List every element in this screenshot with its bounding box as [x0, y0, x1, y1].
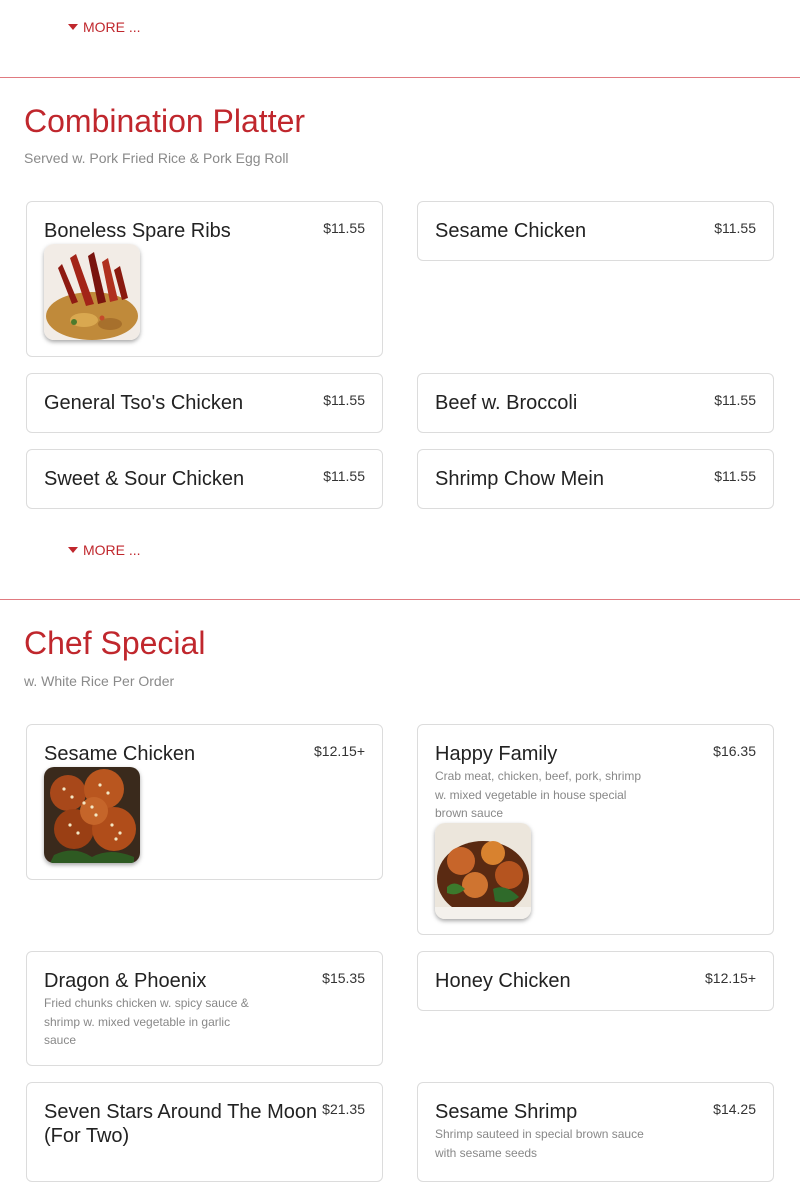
- item-price: $12.15+: [705, 970, 756, 986]
- menu-item-card[interactable]: Boneless Spare Ribs $11.55: [26, 201, 383, 357]
- menu-item-card[interactable]: Sweet & Sour Chicken $11.55: [26, 449, 383, 509]
- menu-item-card[interactable]: Shrimp Chow Mein $11.55: [417, 449, 774, 509]
- menu-item-card[interactable]: Beef w. Broccoli $11.55: [417, 373, 774, 433]
- menu-item-card[interactable]: Seven Stars Around The Moon (For Two) $2…: [26, 1082, 383, 1182]
- item-name: Boneless Spare Ribs: [44, 220, 231, 242]
- menu-item-card[interactable]: Sesame Chicken $11.55: [417, 201, 774, 261]
- item-name: Shrimp Chow Mein: [435, 468, 604, 490]
- item-name: Sesame Chicken: [435, 220, 587, 242]
- boneless-spare-ribs-photo: [44, 244, 140, 340]
- sesame-chicken-photo: [44, 767, 140, 863]
- item-price: $11.55: [714, 392, 756, 408]
- caret-down-icon: [68, 547, 78, 553]
- menu-item-card[interactable]: General Tso's Chicken $11.55: [26, 373, 383, 433]
- section-divider: [0, 599, 800, 600]
- item-price: $11.55: [323, 468, 365, 484]
- more-button[interactable]: MORE ...: [68, 542, 141, 558]
- item-price: $16.35: [713, 743, 756, 759]
- caret-down-icon: [68, 24, 78, 30]
- section-title: Combination Platter: [24, 103, 306, 139]
- item-price: $14.25: [713, 1101, 756, 1117]
- item-price: $11.55: [323, 220, 365, 236]
- section-title: Chef Special: [24, 625, 206, 661]
- section-subtitle: Served w. Pork Fried Rice & Pork Egg Rol…: [24, 150, 289, 166]
- item-price: $15.35: [322, 970, 365, 986]
- item-name: Sesame Chicken: [44, 743, 196, 765]
- item-name: Sweet & Sour Chicken: [44, 468, 245, 490]
- menu-item-card[interactable]: Sesame Shrimp $14.25 Shrimp sauteed in s…: [417, 1082, 774, 1182]
- item-name: Dragon & Phoenix: [44, 970, 207, 992]
- item-name: Happy Family: [435, 743, 558, 765]
- menu-item-card[interactable]: Dragon & Phoenix $15.35 Fried chunks chi…: [26, 951, 383, 1066]
- item-name: Beef w. Broccoli: [435, 392, 578, 414]
- more-label: MORE ...: [83, 542, 141, 558]
- item-price: $11.55: [323, 392, 365, 408]
- item-name: Honey Chicken: [435, 970, 571, 992]
- item-name: Seven Stars Around The Moon (For Two): [44, 1101, 318, 1147]
- item-description: Shrimp sauteed in special brown sauce wi…: [435, 1127, 644, 1160]
- item-price: $12.15+: [314, 743, 365, 759]
- item-price: $11.55: [714, 468, 756, 484]
- happy-family-photo: [435, 823, 531, 919]
- section-divider: [0, 77, 800, 78]
- item-name: General Tso's Chicken: [44, 392, 244, 414]
- item-name: Sesame Shrimp: [435, 1101, 578, 1123]
- menu-item-card[interactable]: Honey Chicken $12.15+: [417, 951, 774, 1011]
- more-button[interactable]: MORE ...: [68, 19, 141, 35]
- item-description: Fried chunks chicken w. spicy sauce & sh…: [44, 996, 249, 1047]
- item-price: $21.35: [322, 1101, 365, 1117]
- item-description: Crab meat, chicken, beef, pork, shrimp w…: [435, 769, 642, 820]
- menu-item-card[interactable]: Sesame Chicken $12.15+: [26, 724, 383, 880]
- menu-item-card[interactable]: Happy Family $16.35 Crab meat, chicken, …: [417, 724, 774, 935]
- section-subtitle: w. White Rice Per Order: [24, 673, 175, 689]
- item-price: $11.55: [714, 220, 756, 236]
- more-label: MORE ...: [83, 19, 141, 35]
